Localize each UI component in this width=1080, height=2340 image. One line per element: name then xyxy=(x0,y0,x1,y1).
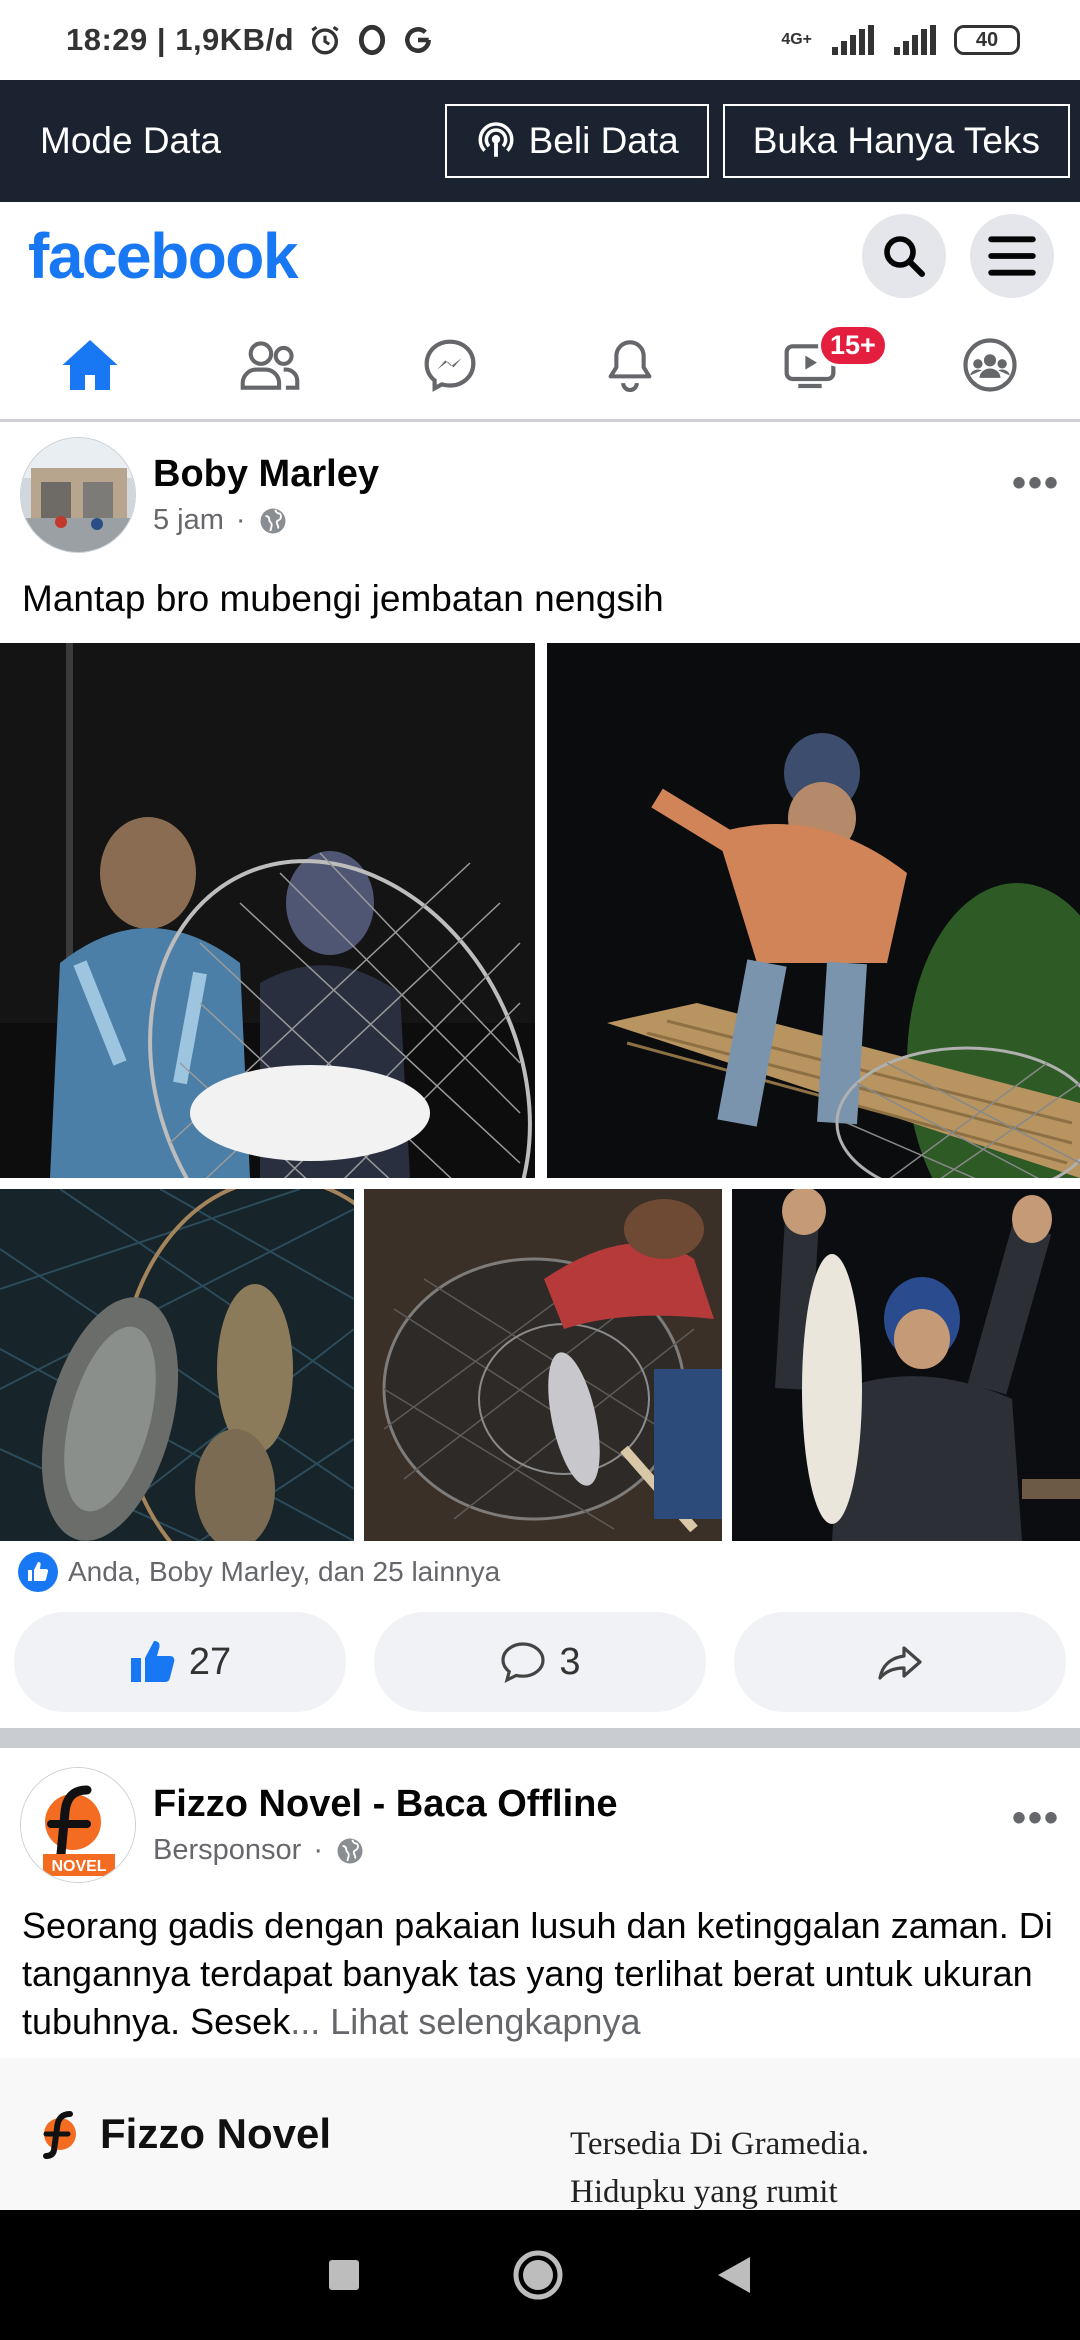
app-header: facebook xyxy=(0,202,1080,310)
status-time: 18:29 | 1,9KB/d xyxy=(66,22,295,57)
comment-count: 3 xyxy=(559,1640,581,1683)
tab-friends[interactable] xyxy=(180,310,360,419)
alarm-icon xyxy=(311,25,339,55)
post-author-name[interactable]: Boby Marley xyxy=(153,453,1012,496)
hamburger-menu-icon xyxy=(988,236,1036,276)
tab-home[interactable] xyxy=(0,310,180,419)
reactions-summary[interactable]: Anda, Boby Marley, dan 25 lainnya xyxy=(18,1552,500,1592)
sponsor-avatar[interactable]: NOVEL xyxy=(20,1767,136,1883)
post-time[interactable]: 5 jam xyxy=(153,504,224,537)
fizzo-logo-icon: NOVEL xyxy=(21,1768,135,1882)
tab-messenger[interactable] xyxy=(360,310,540,419)
home-icon xyxy=(62,339,118,390)
status-bar: 18:29 | 1,9KB/d 4G+ 40 xyxy=(0,0,1080,80)
ad-line-1: Tersedia Di Gramedia. xyxy=(570,2126,870,2162)
sponsor-avatar-text: NOVEL xyxy=(51,1858,106,1875)
groups-icon xyxy=(963,337,1017,392)
post-more-button[interactable]: ••• xyxy=(1012,461,1060,506)
post-photo-3[interactable] xyxy=(0,1189,354,1541)
network-type: 4G+ xyxy=(781,31,812,48)
feed-separator xyxy=(0,1728,1080,1748)
tab-notifications[interactable] xyxy=(540,310,720,419)
share-button[interactable] xyxy=(734,1612,1066,1712)
globe-icon xyxy=(337,1838,363,1863)
buy-data-label: Beli Data xyxy=(528,120,679,161)
buy-data-button[interactable]: Beli Data xyxy=(444,104,709,178)
text-only-button[interactable]: Buka Hanya Teks xyxy=(722,104,1070,178)
ad-brand-name: Fizzo Novel xyxy=(100,2110,332,2157)
sponsor-name[interactable]: Fizzo Novel - Baca Offline xyxy=(153,1783,1012,1826)
see-more-link[interactable]: Lihat selengkapnya xyxy=(330,2001,640,2042)
meta-separator: · xyxy=(313,1834,323,1866)
tab-watch[interactable]: 15+ xyxy=(720,310,900,419)
comment-button[interactable]: 3 xyxy=(374,1612,706,1712)
back-icon[interactable] xyxy=(714,2254,754,2296)
home-nav-icon[interactable] xyxy=(512,2249,564,2301)
globe-icon xyxy=(260,508,286,533)
post-text: Mantap bro mubengi jembatan nengsih xyxy=(22,578,664,619)
ellipsis: ... xyxy=(290,2001,321,2042)
author-avatar[interactable] xyxy=(20,437,136,553)
broadcast-icon xyxy=(478,122,514,157)
sponsored-header: NOVEL Fizzo Novel - Baca Offline Berspon… xyxy=(0,1760,1080,1890)
recents-icon[interactable] xyxy=(326,2257,362,2293)
post-photo-5[interactable] xyxy=(732,1189,1080,1541)
avatar-photo xyxy=(21,438,135,552)
data-mode-label: Mode Data xyxy=(40,120,221,161)
tab-bar: 15+ xyxy=(0,310,1080,422)
comment-icon xyxy=(501,1642,546,1684)
post-actions: 27 3 xyxy=(14,1612,1066,1712)
post-photo-2[interactable] xyxy=(547,643,1080,1178)
search-button[interactable] xyxy=(862,214,946,298)
google-icon xyxy=(405,27,432,53)
ad-line-2: Hidupku yang rumit xyxy=(570,2174,838,2210)
menu-button[interactable] xyxy=(970,214,1054,298)
bell-icon xyxy=(608,339,652,392)
friends-icon xyxy=(240,340,300,390)
facebook-logo[interactable]: facebook xyxy=(28,219,838,293)
messenger-icon xyxy=(424,339,476,392)
ad-brand: Fizzo Novel xyxy=(36,2108,331,2160)
battery-indicator: 40 xyxy=(954,25,1020,55)
like-button[interactable]: 27 xyxy=(14,1612,346,1712)
like-reaction-icon xyxy=(18,1552,58,1592)
post-header: Boby Marley 5 jam · ••• xyxy=(0,425,1080,565)
ad-side-text: Tersedia Di Gramedia. Hidupku yang rumit xyxy=(570,2120,869,2210)
system-nav-bar xyxy=(0,2210,1080,2340)
thumbs-up-icon xyxy=(130,1641,175,1682)
ad-banner[interactable]: Fizzo Novel Tersedia Di Gramedia. Hidupk… xyxy=(0,2058,1080,2210)
watch-badge: 15+ xyxy=(818,324,888,367)
opera-icon xyxy=(359,24,386,56)
signal-icon xyxy=(832,25,874,55)
sponsored-more-button[interactable]: ••• xyxy=(1012,1796,1060,1841)
meta-separator: · xyxy=(235,504,246,536)
sponsored-meta: Bersponsor · xyxy=(153,1834,1012,1867)
data-mode-bar: Mode Data Beli Data Buka Hanya Teks xyxy=(0,80,1080,202)
post-photo-4[interactable] xyxy=(364,1189,722,1541)
signal-icon-2 xyxy=(894,25,936,55)
sponsored-text: Seorang gadis dengan pakaian lusuh dan k… xyxy=(22,1902,1062,2046)
fizzo-small-logo-icon xyxy=(43,2111,76,2159)
reactions-text: Anda, Boby Marley, dan 25 lainnya xyxy=(68,1556,501,1587)
post-photo-1[interactable] xyxy=(0,643,535,1178)
status-icons xyxy=(308,23,434,57)
like-count: 27 xyxy=(188,1640,232,1683)
share-icon xyxy=(878,1646,922,1680)
sponsored-label[interactable]: Bersponsor xyxy=(153,1834,301,1867)
text-only-label: Buka Hanya Teks xyxy=(752,120,1040,161)
post-meta-line: 5 jam · xyxy=(153,504,1012,537)
search-icon xyxy=(884,236,925,277)
tab-groups[interactable] xyxy=(900,310,1080,419)
